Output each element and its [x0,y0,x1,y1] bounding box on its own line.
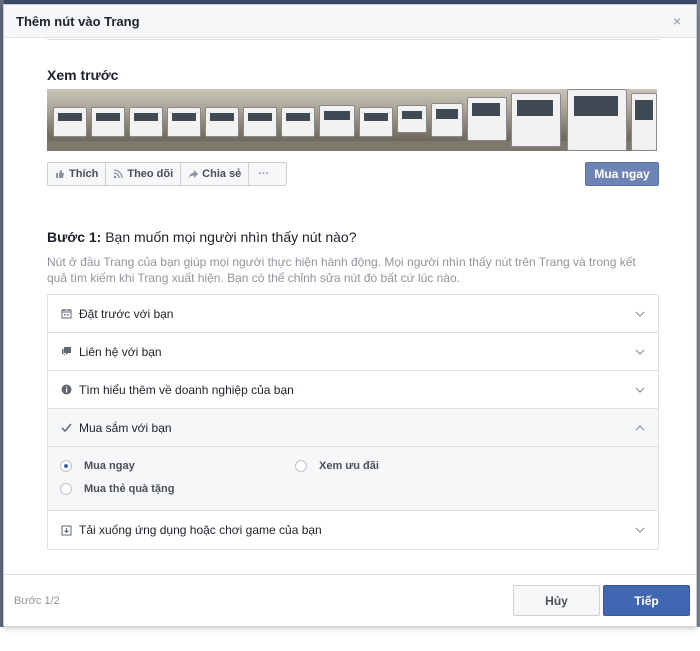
page-actions-row: Thích Theo dõi Chia sẻ ··· Mua ngay [47,162,659,186]
radio-label: Xem ưu đãi [319,460,379,472]
calendar-icon [60,308,72,320]
dialog-footer: Bước 1/2 Hủy Tiếp [4,574,696,626]
option-label: Đặt trước với bạn [79,306,174,321]
option-book[interactable]: Đặt trước với bạn [48,295,658,333]
radio-button-checked[interactable] [60,460,72,472]
chevron-down-icon [635,527,645,533]
radio-see-offers[interactable]: Xem ưu đãi [295,460,379,472]
cover-photo [47,89,657,151]
thumbs-up-icon [56,170,64,178]
option-label: Mua sắm với bạn [79,420,172,435]
option-contact[interactable]: Liên hệ với bạn [48,333,658,371]
truck-image [397,105,427,133]
radio-label: Mua ngay [84,460,135,472]
truck-image [631,93,657,151]
option-label: Tải xuống ứng dụng hoặc chơi game của bạ… [79,523,322,537]
checkmark-icon [60,422,72,434]
option-label: Liên hệ với bạn [79,344,162,359]
radio-gift-card[interactable]: Mua thẻ quà tặng [60,483,174,495]
step-title: Bước 1: Bạn muốn mọi người nhìn thấy nút… [47,229,659,245]
step-prefix: Bước 1: [47,229,102,245]
step-question: Bạn muốn mọi người nhìn thấy nút nào? [101,229,357,245]
like-button[interactable]: Thích [48,163,107,185]
step-description: Nút ở đầu Trang của bạn giúp mọi người t… [47,255,636,285]
radio-buy-now[interactable]: Mua ngay [60,460,135,472]
truck-image [129,107,163,137]
more-dots-icon: ··· [258,168,270,180]
rss-icon [114,169,123,179]
top-divider [47,39,659,40]
dialog-title: Thêm nút vào Trang [16,13,140,29]
close-icon[interactable]: × [670,13,684,29]
truck-image [567,89,627,151]
truck-image [467,97,507,141]
buy-now-button[interactable]: Mua ngay [585,162,659,186]
truck-image [511,93,561,147]
download-icon [60,524,72,536]
follow-button[interactable]: Theo dõi [106,163,182,185]
truck-image [319,105,355,137]
button-type-options: Đặt trước với bạn Liên hệ với bạn Tìm hi… [47,294,659,550]
share-label: Chia sẻ [202,168,242,180]
background-bottom [0,627,700,651]
truck-image [281,107,315,137]
like-label: Thích [69,168,99,180]
radio-label: Mua thẻ quà tặng [84,483,175,495]
truck-image [167,107,201,137]
radio-button[interactable] [60,483,72,495]
truck-image [431,103,463,137]
truck-image [205,107,239,137]
chat-bubble-icon [60,346,72,358]
cover-floor [47,141,657,151]
dialog-header: Thêm nút vào Trang × [4,5,696,38]
option-shop[interactable]: Mua sắm với bạn [48,409,658,447]
radio-button[interactable] [295,460,307,472]
shop-choices-panel: Mua ngay Xem ưu đãi Mua thẻ quà tặng [48,447,658,511]
option-download-app[interactable]: Tải xuống ứng dụng hoặc chơi game của bạ… [48,511,658,549]
option-label: Tìm hiểu thêm về doanh nghiệp của bạn [79,382,294,397]
share-arrow-icon [188,170,199,179]
follow-label: Theo dõi [127,168,174,180]
truck-image [359,107,393,137]
chevron-down-icon [635,349,645,355]
cancel-button[interactable]: Hủy [513,585,600,616]
share-button[interactable]: Chia sẻ [181,163,250,185]
more-button[interactable]: ··· [249,163,278,185]
chevron-up-icon [635,424,645,430]
page-action-buttons: Thích Theo dõi Chia sẻ ··· [47,162,287,186]
chevron-down-icon [635,387,645,393]
truck-image [91,107,125,137]
option-learn-more[interactable]: Tìm hiểu thêm về doanh nghiệp của bạn [48,371,658,409]
preview-heading: Xem trước [47,67,119,83]
add-button-dialog: Thêm nút vào Trang × Xem trước Thích The… [3,4,697,626]
truck-image [243,107,277,137]
step-indicator: Bước 1/2 [14,595,60,607]
truck-image [53,107,87,137]
chevron-down-icon [635,311,645,317]
dialog-body: Xem trước Thích Theo dõi Chia sẻ ··· Mua… [47,39,659,550]
next-button[interactable]: Tiếp [603,585,690,616]
info-icon [60,384,72,396]
